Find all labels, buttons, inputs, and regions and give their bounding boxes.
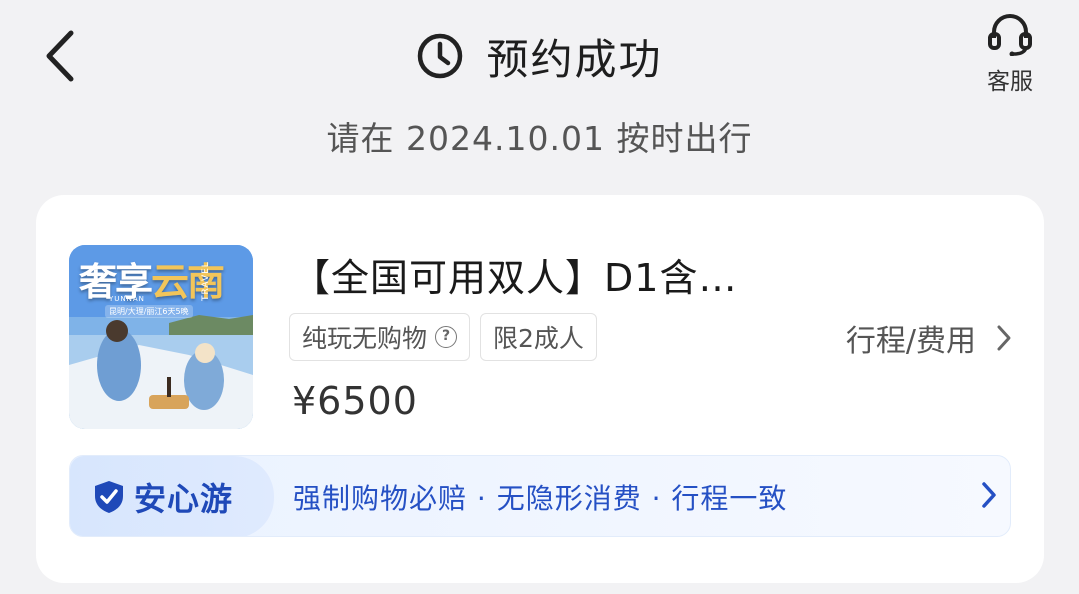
thumbnail-travel-text: TRAVEL xyxy=(201,261,211,301)
tag-no-shopping[interactable]: 纯玩无购物 ? xyxy=(289,313,471,361)
page-title: 预约成功 xyxy=(486,34,663,84)
tag-adult-limit-label: 限2成人 xyxy=(493,324,584,353)
booking-success-page: 预约成功 客服 请在 2024.10.01 按时出行 奢享云南 YUNNAN 昆… xyxy=(0,0,1079,594)
customer-service-label: 客服 xyxy=(987,69,1033,95)
product-thumbnail[interactable]: 奢享云南 YUNNAN 昆明/大理/丽江6天5晚 TRAVEL xyxy=(69,245,253,429)
itinerary-cost-link[interactable]: 行程/费用 xyxy=(846,315,1012,361)
clock-icon xyxy=(418,33,463,79)
itinerary-cost-label: 行程/费用 xyxy=(845,324,976,359)
chevron-right-icon xyxy=(997,325,1011,351)
tag-adult-limit: 限2成人 xyxy=(480,313,597,361)
assurance-brand-label: 安心游 xyxy=(134,480,234,518)
departure-date-notice: 请在 2024.10.01 按时出行 xyxy=(326,119,753,158)
thumbnail-english-text: YUNNAN xyxy=(109,295,145,303)
thumbnail-tagline: 昆明/大理/丽江6天5晚 xyxy=(105,305,193,318)
shield-check-icon xyxy=(95,481,123,513)
order-card: 奢享云南 YUNNAN 昆明/大理/丽江6天5晚 TRAVEL 【全国可用双人】… xyxy=(36,195,1044,583)
page-header: 预约成功 xyxy=(0,24,1079,88)
product-tags: 纯玩无购物 ? 限2成人 xyxy=(289,313,597,361)
chevron-right-icon xyxy=(982,482,996,508)
customer-service-button[interactable]: 客服 xyxy=(975,12,1045,96)
assurance-brand-area: 安心游 xyxy=(70,456,274,536)
assurance-banner[interactable]: 安心游 强制购物必赔 · 无隐形消费 · 行程一致 xyxy=(69,455,1011,537)
product-price: ¥6500 xyxy=(292,379,418,423)
product-title[interactable]: 【全国可用双人】D1含… xyxy=(292,247,737,302)
tag-no-shopping-label: 纯玩无购物 xyxy=(302,324,428,353)
assurance-description: 强制购物必赔 · 无隐形消费 · 行程一致 xyxy=(293,482,788,515)
question-circle-icon[interactable]: ? xyxy=(435,326,458,348)
headset-icon xyxy=(988,14,1032,56)
